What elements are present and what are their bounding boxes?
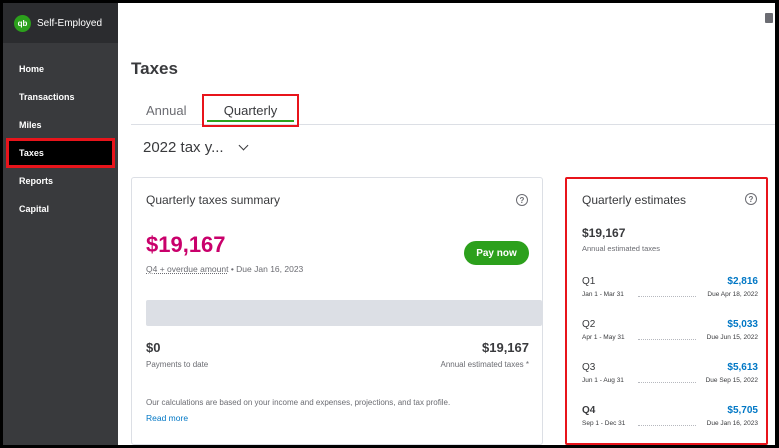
dotted-leader <box>638 425 696 426</box>
sidebar: qb Self-Employed Home Transactions Miles… <box>3 3 118 445</box>
brand-name: Self-Employed <box>37 17 103 29</box>
sidebar-item-transactions[interactable]: Transactions <box>3 83 118 111</box>
tax-year-dropdown[interactable]: 2022 tax y... <box>143 139 249 156</box>
annual-value: $19,167 <box>482 340 529 355</box>
quickbooks-logo-icon: qb <box>14 14 31 32</box>
quarter-amount-link[interactable]: $5,705 <box>727 405 758 416</box>
pay-now-button[interactable]: Pay now <box>464 241 529 265</box>
payments-value: $0 <box>146 340 161 355</box>
due-line: Q4 + overdue amount • Due Jan 16, 2023 <box>146 264 303 274</box>
quarter-row-q3: Q3 $5,613 Jun 1 - Aug 31 Due Sep 15, 202… <box>582 362 758 390</box>
quarter-due-date: Due Jan 16, 2023 <box>704 420 758 427</box>
main-content: Taxes Annual Quarterly 2022 tax y... Qua… <box>118 3 775 445</box>
gift-icon[interactable] <box>765 13 773 23</box>
quarterly-estimates-card: Quarterly estimates ? $19,167 Annual est… <box>565 177 768 445</box>
quarter-due-date: Due Apr 18, 2022 <box>705 291 758 298</box>
quarter-amount-link[interactable]: $2,816 <box>727 276 758 287</box>
brand[interactable]: qb Self-Employed <box>3 3 118 43</box>
quarter-date-range: Jan 1 - Mar 31 <box>582 291 624 298</box>
quarter-row-q1: Q1 $2,816 Jan 1 - Mar 31 Due Apr 18, 202… <box>582 276 758 304</box>
quarter-date-range: Apr 1 - May 31 <box>582 334 625 341</box>
quarter-row-q2: Q2 $5,033 Apr 1 - May 31 Due Jun 15, 202… <box>582 319 758 347</box>
quarter-row-q4: Q4 $5,705 Sep 1 - Dec 31 Due Jan 16, 202… <box>582 405 758 433</box>
quarter-name: Q4 <box>582 405 596 416</box>
quarter-date-range: Jun 1 - Aug 31 <box>582 377 624 384</box>
tab-annual[interactable]: Annual <box>146 95 186 125</box>
quarter-amount-link[interactable]: $5,613 <box>727 362 758 373</box>
tax-year-value: 2022 tax y... <box>143 139 224 156</box>
sidebar-item-taxes[interactable]: Taxes <box>6 138 115 168</box>
sidebar-item-home[interactable]: Home <box>3 55 118 83</box>
calculation-note: Our calculations are based on your incom… <box>146 398 451 407</box>
quarter-due-date: Due Jun 15, 2022 <box>704 334 758 341</box>
quarterly-taxes-summary-card: Quarterly taxes summary ? $19,167 Q4 + o… <box>131 177 543 445</box>
card-title: Quarterly estimates <box>582 193 687 207</box>
dotted-leader <box>638 339 696 340</box>
chevron-down-icon <box>238 140 249 151</box>
due-date: • Due Jan 16, 2023 <box>228 264 304 274</box>
app-window: qb Self-Employed Home Transactions Miles… <box>3 3 775 445</box>
payments-progress-bar <box>146 300 542 326</box>
quarter-name: Q1 <box>582 276 596 287</box>
help-circle-icon[interactable]: ? <box>745 193 757 205</box>
annual-estimated-taxes: $19,167 Annual estimated taxes * <box>441 340 530 369</box>
tab-bar: Annual Quarterly <box>131 94 775 127</box>
quarter-due-date: Due Sep 15, 2022 <box>703 377 758 384</box>
payments-to-date: $0 Payments to date <box>146 340 208 369</box>
estimates-total-label: Annual estimated taxes <box>582 244 660 253</box>
estimates-total: $19,167 <box>582 226 626 240</box>
overdue-amount-link[interactable]: Q4 + overdue amount <box>146 264 228 274</box>
annual-label: Annual estimated taxes * <box>440 360 530 369</box>
sidebar-item-reports[interactable]: Reports <box>3 167 118 195</box>
dotted-leader <box>638 296 696 297</box>
dotted-leader <box>638 382 696 383</box>
payments-label: Payments to date <box>146 360 209 369</box>
help-circle-icon[interactable]: ? <box>516 194 528 206</box>
read-more-link[interactable]: Read more <box>146 413 188 423</box>
quarter-name: Q3 <box>582 362 596 373</box>
quarter-name: Q2 <box>582 319 596 330</box>
sidebar-item-miles[interactable]: Miles <box>3 111 118 139</box>
quarter-amount-link[interactable]: $5,033 <box>727 319 758 330</box>
sidebar-nav: Home Transactions Miles Taxes Reports Ca… <box>3 55 118 223</box>
page-title: Taxes <box>131 59 178 78</box>
quarter-date-range: Sep 1 - Dec 31 <box>582 420 626 427</box>
card-title: Quarterly taxes summary <box>146 193 281 207</box>
tab-quarterly[interactable]: Quarterly <box>202 94 299 127</box>
amount-due: $19,167 <box>146 232 226 257</box>
sidebar-item-capital[interactable]: Capital <box>3 195 118 223</box>
